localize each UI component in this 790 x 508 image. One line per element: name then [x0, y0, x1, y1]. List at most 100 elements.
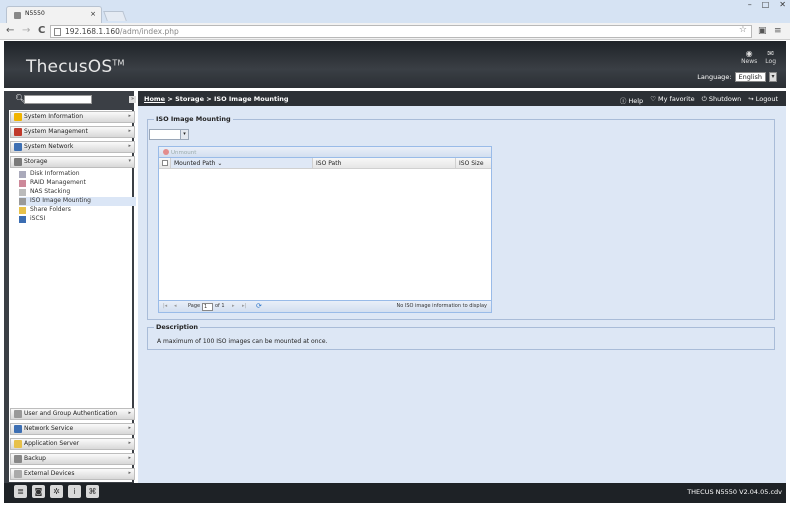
backup-icon [14, 455, 22, 463]
sidebar-item-system-network[interactable]: System Network ▸ [10, 141, 135, 153]
breadcrumb-storage: Storage [175, 95, 204, 103]
description-title: Description [154, 323, 201, 331]
panel-title: ISO Image Mounting [154, 115, 233, 123]
network-icon [14, 143, 22, 151]
extension-icon[interactable]: ▣ [758, 26, 767, 36]
page-number-input[interactable]: 1 [202, 303, 213, 311]
sidebar-subitem-raid-management[interactable]: RAID Management [19, 179, 136, 188]
sidebar-subitem-label: Disk Information [30, 170, 80, 177]
application-icon [14, 440, 22, 448]
select-all-checkbox[interactable] [162, 160, 168, 166]
shutdown-button[interactable]: ⏻ Shutdown [702, 95, 742, 105]
sidebar-item-storage[interactable]: Storage ▾ [10, 156, 135, 168]
unmount-button[interactable]: Unmount [163, 149, 197, 156]
chevron-icon: ▸ [128, 425, 131, 431]
sidebar-subitem-iscsi[interactable]: iSCSI [19, 215, 136, 224]
chevron-icon: ▸ [128, 470, 131, 476]
sidebar-item-external-devices[interactable]: External Devices ▸ [10, 468, 135, 480]
prev-page-icon[interactable]: ◂ [174, 303, 177, 309]
next-page-icon[interactable]: ▸ [232, 303, 235, 309]
sidebar-item-network-service[interactable]: Network Service ▸ [10, 423, 135, 435]
window-close-icon[interactable]: ✕ [779, 0, 786, 9]
main-content: ISO Image Mounting ▾ Unmount Mounted Pat… [138, 106, 786, 483]
help-icon: ⓘ [619, 97, 627, 105]
chevron-down-icon[interactable]: ▾ [180, 130, 188, 139]
sidebar-item-user-group-auth[interactable]: User and Group Authentication ▸ [10, 408, 135, 420]
taskbar-info-icon[interactable]: i [68, 485, 81, 498]
sidebar-item-label: Storage [24, 158, 48, 165]
chevron-down-icon[interactable]: ▾ [769, 72, 777, 82]
address-bar[interactable]: 192.168.1.160/adm/index.php ☆ [50, 25, 752, 38]
chevron-icon: ▸ [128, 410, 131, 416]
first-page-icon[interactable]: |◂ [163, 303, 167, 309]
last-page-icon[interactable]: ▸| [242, 303, 246, 309]
sidebar-item-label: Backup [24, 455, 46, 462]
url-path: /adm/index.php [119, 27, 179, 36]
log-button[interactable]: ✉ Log [765, 49, 776, 65]
sidebar-subitem-label: Share Folders [30, 206, 71, 213]
sidebar-item-application-server[interactable]: Application Server ▸ [10, 438, 135, 450]
back-icon[interactable]: ← [6, 25, 14, 36]
maximize-icon[interactable]: □ [762, 0, 770, 9]
search-input[interactable] [24, 95, 92, 104]
column-iso-size[interactable]: ISO Size [456, 158, 491, 168]
reload-icon[interactable]: C [38, 25, 45, 36]
description-text: A maximum of 100 ISO images can be mount… [157, 338, 328, 345]
favorite-label: My favorite [658, 95, 695, 103]
iso-share-select[interactable]: ▾ [149, 129, 189, 140]
breadcrumb: Home > Storage > ISO Image Mounting [144, 95, 289, 103]
sidebar-subitem-label: NAS Stacking [30, 188, 71, 195]
language-select[interactable]: English [734, 72, 766, 82]
sidebar-item-label: External Devices [24, 470, 75, 477]
forward-icon[interactable]: → [22, 25, 30, 36]
sidebar-item-system-information[interactable]: System Information ▸ [10, 111, 135, 123]
breadcrumb-bar: Home > Storage > ISO Image Mounting ⓘ Hel… [138, 91, 786, 106]
my-favorite-button[interactable]: ♡ My favorite [650, 95, 694, 105]
taskbar-list-icon[interactable]: ≣ [14, 485, 27, 498]
help-button[interactable]: ⓘ Help [620, 95, 643, 105]
taskbar-fan-icon[interactable]: ✲ [50, 485, 63, 498]
header-icons: ◉ News ✉ Log [741, 49, 776, 65]
url-host: 192.168.1.160 [65, 27, 120, 36]
unmount-label: Unmount [171, 149, 197, 156]
bookmark-star-icon[interactable]: ☆ [739, 25, 747, 35]
column-mounted-path[interactable]: Mounted Path ⌄ [171, 158, 313, 168]
sidebar-subitem-disk-information[interactable]: Disk Information [19, 170, 136, 179]
sidebar-subitem-nas-stacking[interactable]: NAS Stacking [19, 188, 136, 197]
disc-icon [19, 198, 26, 205]
help-label: Help [628, 97, 644, 105]
chevron-icon: ▸ [128, 128, 131, 134]
rss-icon: ◉ [745, 49, 753, 58]
sidebar-subitem-iso-image-mounting[interactable]: ISO Image Mounting [19, 197, 136, 206]
tab-title: N5550 [25, 10, 45, 17]
sidebar-item-label: System Information [24, 113, 84, 120]
search-go-button[interactable]: » [129, 96, 136, 103]
taskbar-network-icon[interactable]: ⌘ [86, 485, 99, 498]
browser-tab[interactable]: N5550 × [6, 6, 102, 23]
logout-label: Logout [755, 95, 778, 103]
unmount-icon [163, 149, 169, 155]
sidebar-subitem-share-folders[interactable]: Share Folders [19, 206, 136, 215]
tab-close-icon[interactable]: × [90, 10, 96, 18]
column-iso-path[interactable]: ISO Path [313, 158, 456, 168]
language-label: Language: [697, 73, 732, 81]
disk-icon [19, 171, 26, 178]
breadcrumb-home-link[interactable]: Home [144, 95, 165, 103]
news-button[interactable]: ◉ News [741, 49, 757, 65]
menu-icon[interactable]: ≡ [774, 26, 782, 36]
logout-button[interactable]: ↪ Logout [748, 95, 778, 105]
page-icon [54, 28, 61, 36]
shutdown-label: Shutdown [708, 95, 742, 103]
thecus-logo: ThecusOSTM [26, 57, 125, 77]
taskbar-camera-icon[interactable]: ◙ [32, 485, 45, 498]
sidebar-item-backup[interactable]: Backup ▸ [10, 453, 135, 465]
breadcrumb-separator: > [165, 95, 176, 103]
top-tools: ⓘ Help ♡ My favorite ⏻ Shutdown ↪ Logout [620, 95, 778, 105]
grid-toolbar: Unmount [159, 147, 491, 158]
chevron-icon: ▸ [128, 143, 131, 149]
refresh-icon[interactable]: ⟳ [256, 302, 262, 310]
sidebar-item-system-management[interactable]: System Management ▸ [10, 126, 135, 138]
iso-grid: Unmount Mounted Path ⌄ ISO Path ISO Size… [158, 146, 492, 313]
minimize-icon[interactable]: – [748, 0, 752, 9]
new-tab-button[interactable] [103, 11, 127, 21]
